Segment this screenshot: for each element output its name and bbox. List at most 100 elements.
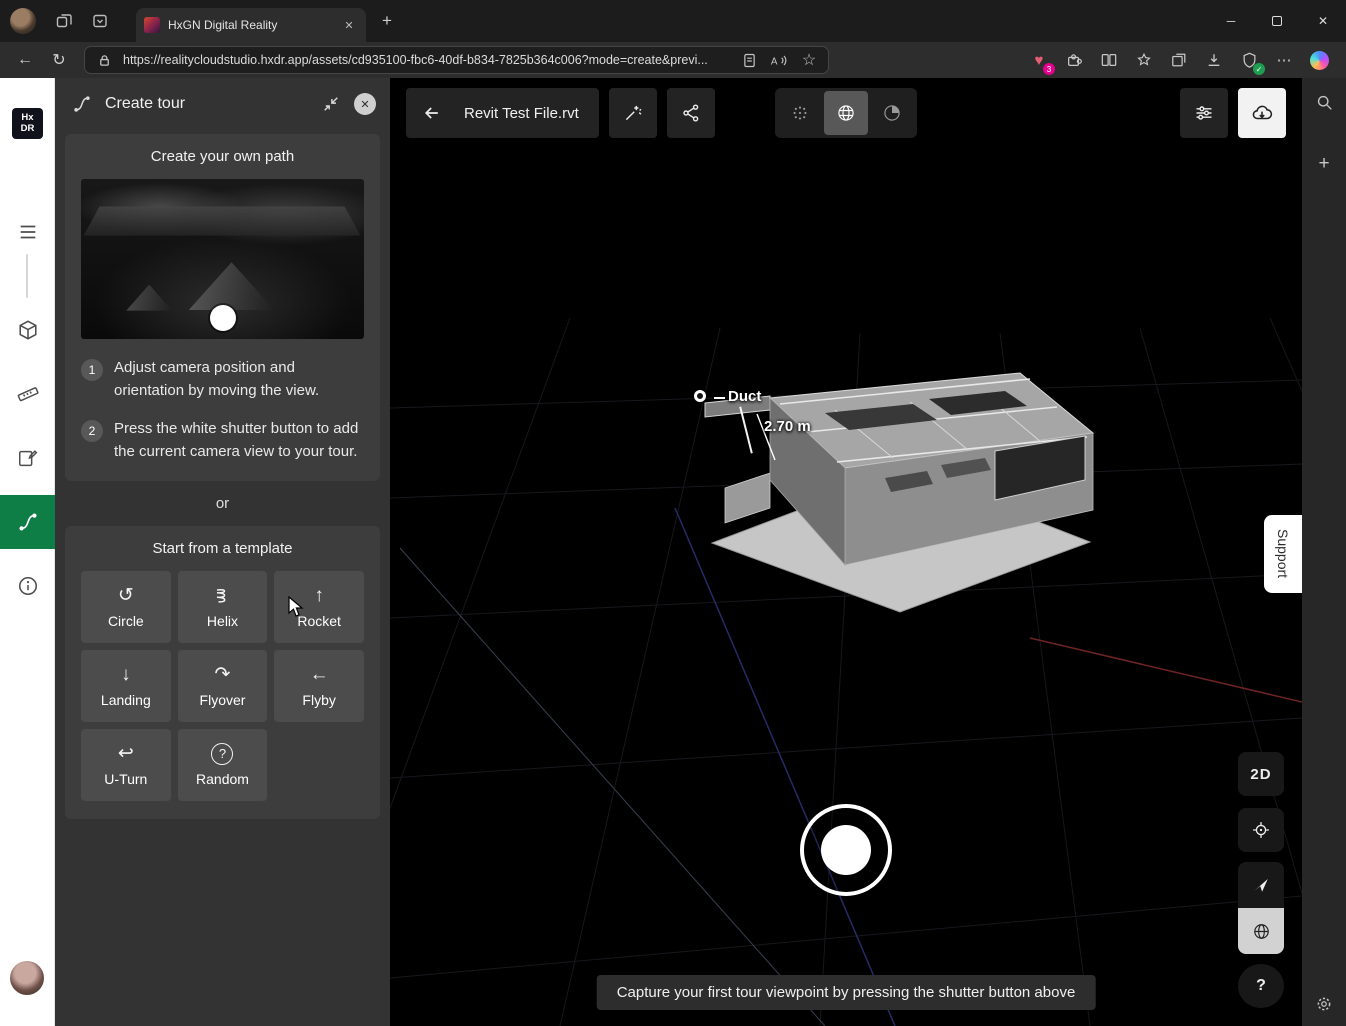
window-maximize-button[interactable]: [1254, 0, 1300, 42]
arrow-down-icon: ↓: [121, 664, 131, 686]
browser-tab[interactable]: HxGN Digital Reality ✕: [136, 8, 366, 42]
close-panel-icon[interactable]: ✕: [354, 93, 376, 115]
template-rocket-button[interactable]: ↑ Rocket: [274, 571, 364, 643]
tab-title: HxGN Digital Reality: [168, 18, 332, 32]
locate-button[interactable]: [1238, 808, 1284, 852]
browser-protection-icon[interactable]: ✓: [1236, 47, 1262, 73]
duct-point-marker[interactable]: [694, 390, 706, 402]
refresh-icon[interactable]: ↻: [44, 46, 74, 74]
template-uturn-button[interactable]: ↩ U-Turn: [81, 729, 171, 801]
read-aloud-icon[interactable]: A: [768, 49, 790, 71]
sidebar-item-annotate[interactable]: [0, 436, 55, 480]
thumbnail-building: [84, 207, 361, 237]
template-label: Landing: [101, 692, 151, 708]
view-settings-button[interactable]: [1180, 88, 1228, 138]
solid-mode-icon[interactable]: [870, 91, 914, 135]
template-flyby-button[interactable]: ← Flyby: [274, 650, 364, 722]
sidebar-item-info[interactable]: [0, 564, 55, 608]
logo-text-top: Hx: [21, 113, 33, 124]
browser-toolbar: ← ↻ https://realitycloudstudio.hxdr.app/…: [0, 42, 1346, 78]
tab-close-icon[interactable]: ✕: [340, 16, 358, 34]
split-screen-icon[interactable]: [1096, 47, 1122, 73]
browser-profile-avatar[interactable]: [10, 8, 36, 34]
shutter-button-inner[interactable]: [821, 825, 871, 875]
support-tab[interactable]: Support: [1264, 515, 1302, 593]
search-icon[interactable]: [1310, 88, 1338, 116]
svg-text:A: A: [771, 56, 778, 67]
tab-favicon: [144, 17, 160, 33]
template-flyover-button[interactable]: ↷ Flyover: [178, 650, 268, 722]
copilot-icon[interactable]: [1306, 47, 1332, 73]
settings-menu-icon[interactable]: ⋯: [1271, 47, 1297, 73]
workspaces-icon[interactable]: [49, 6, 79, 36]
collapse-panel-icon[interactable]: [318, 91, 344, 117]
helix-icon: [213, 585, 231, 607]
user-avatar[interactable]: [10, 961, 44, 995]
browser-essentials-icon[interactable]: ♥ 3: [1026, 47, 1052, 73]
favorites-hub-icon[interactable]: [1131, 47, 1157, 73]
gear-icon[interactable]: [1310, 990, 1338, 1018]
window-minimize-button[interactable]: ─: [1208, 0, 1254, 42]
step-2-text: Press the white shutter button to add th…: [114, 418, 364, 463]
viewport-3d[interactable]: Duct 2.70 m Revit Test File.rvt: [390, 78, 1302, 1026]
template-label: Helix: [207, 613, 238, 629]
navigation-group: [1238, 862, 1284, 954]
new-tab-button[interactable]: +: [372, 6, 402, 36]
sidebar-item-tour[interactable]: [0, 495, 55, 549]
file-title-bar: Revit Test File.rvt: [406, 88, 599, 138]
address-bar[interactable]: https://realitycloudstudio.hxdr.app/asse…: [84, 46, 829, 74]
step-2-number: 2: [81, 420, 103, 442]
own-path-card: Create your own path 1 Adjust camera pos…: [65, 134, 380, 481]
hxdr-logo[interactable]: Hx DR: [12, 108, 43, 139]
window-close-button[interactable]: ✕: [1300, 0, 1346, 42]
share-button[interactable]: [667, 88, 715, 138]
annotation-label: Duct: [728, 388, 761, 405]
template-label: Flyover: [200, 692, 246, 708]
instruction-step-2: 2 Press the white shutter button to add …: [81, 418, 364, 463]
thumbnail-pyramid: [189, 262, 275, 310]
collections-icon[interactable]: [1166, 47, 1192, 73]
template-helix-button[interactable]: Helix: [178, 571, 268, 643]
file-name: Revit Test File.rvt: [458, 105, 599, 122]
sidebar-item-measure[interactable]: [0, 372, 55, 416]
viewport-back-button[interactable]: [406, 88, 458, 138]
protection-check-badge: ✓: [1253, 63, 1265, 75]
templates-title: Start from a template: [81, 540, 364, 557]
magic-wand-button[interactable]: [609, 88, 657, 138]
step-1-text: Adjust camera position and orientation b…: [114, 357, 364, 402]
essentials-badge: 3: [1043, 63, 1055, 75]
back-nav-icon[interactable]: ←: [10, 46, 40, 74]
download-cloud-button[interactable]: [1238, 88, 1286, 138]
question-circle-icon: ?: [211, 743, 233, 765]
template-label: Flyby: [302, 692, 335, 708]
thumbnail-shutter-dot: [210, 305, 236, 331]
or-separator: or: [55, 495, 390, 512]
panel-title: Create tour: [105, 95, 308, 113]
help-button[interactable]: ?: [1238, 964, 1284, 1008]
site-info-lock-icon[interactable]: [93, 49, 115, 71]
template-random-button[interactable]: ? Random: [178, 729, 268, 801]
mesh-mode-icon[interactable]: [824, 91, 868, 135]
edge-sidebar: +: [1302, 78, 1346, 1026]
tour-preview-thumbnail[interactable]: [81, 179, 364, 339]
tour-panel-header: Create tour ✕: [55, 78, 390, 130]
shutter-button[interactable]: [800, 804, 892, 896]
toggle-2d-button[interactable]: 2D: [1238, 752, 1284, 796]
favorite-star-icon[interactable]: ☆: [798, 49, 820, 71]
globe-view-button[interactable]: [1238, 908, 1284, 954]
support-label: Support: [1275, 529, 1291, 578]
logo-text-bottom: DR: [21, 124, 35, 135]
navigate-arrow-button[interactable]: [1238, 862, 1284, 908]
app-sidebar: Hx DR: [0, 78, 55, 1026]
revit-model[interactable]: [685, 358, 1115, 698]
template-circle-button[interactable]: ↺ Circle: [81, 571, 171, 643]
downloads-icon[interactable]: [1201, 47, 1227, 73]
tab-actions-icon[interactable]: [85, 6, 115, 36]
page-tools-icon[interactable]: [738, 49, 760, 71]
sidebar-menu-button[interactable]: [0, 210, 55, 254]
template-landing-button[interactable]: ↓ Landing: [81, 650, 171, 722]
sidebar-item-assets[interactable]: [0, 308, 55, 352]
extensions-icon[interactable]: [1061, 47, 1087, 73]
add-sidebar-item-icon[interactable]: +: [1310, 150, 1338, 178]
point-cloud-mode-icon[interactable]: [778, 91, 822, 135]
